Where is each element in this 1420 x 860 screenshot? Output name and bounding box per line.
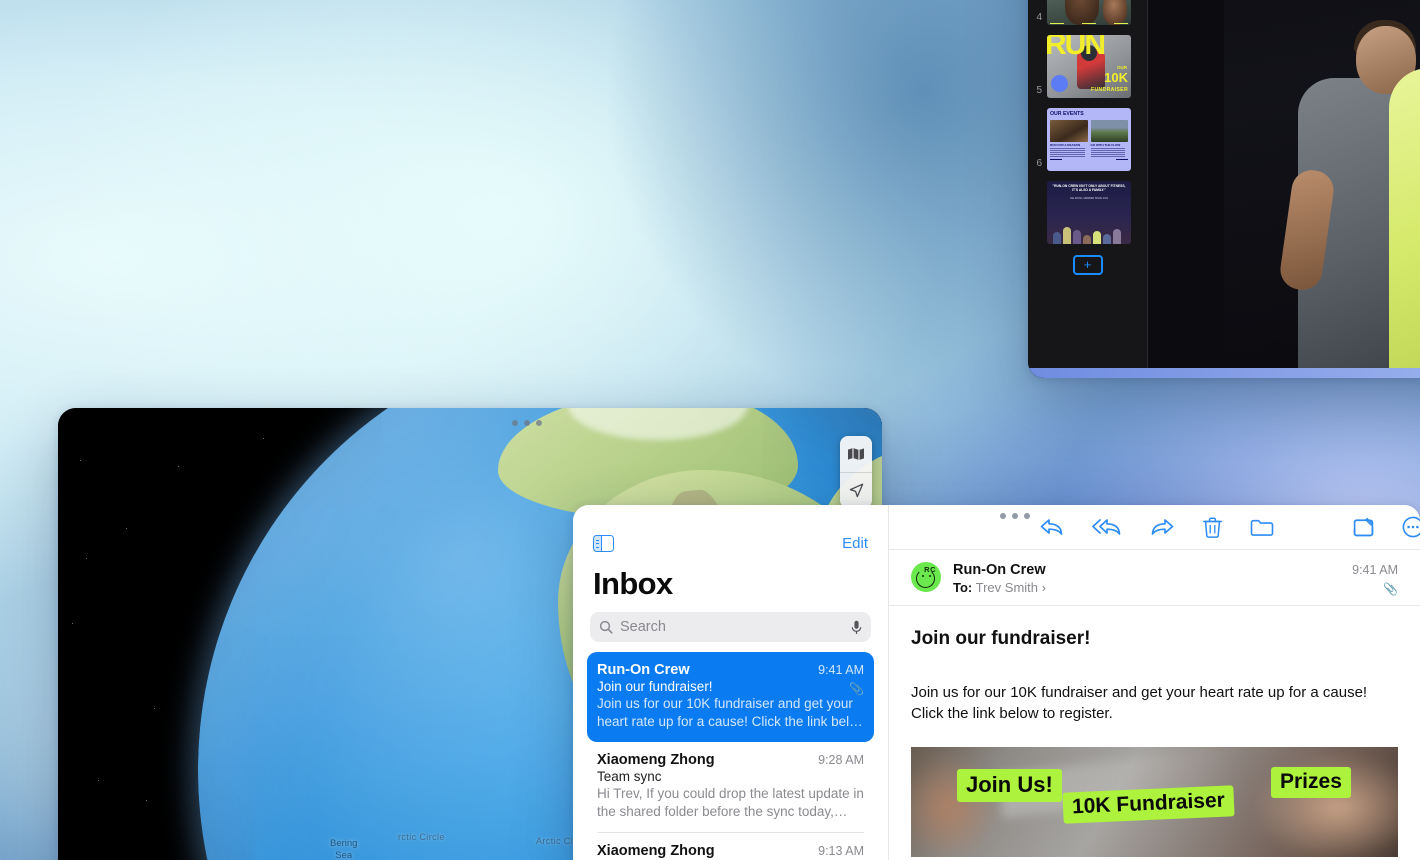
message-time: 9:41 AM xyxy=(818,663,864,677)
chevron-right-icon: › xyxy=(1041,580,1046,595)
slide4-portrait-2 xyxy=(1103,0,1127,25)
more-icon[interactable] xyxy=(1402,516,1420,538)
reply-all-icon[interactable] xyxy=(1092,517,1122,537)
mail-list-row[interactable]: Xiaomeng Zhong 9:28 AM Team sync Hi Trev… xyxy=(587,742,874,832)
map-controls[interactable] xyxy=(840,436,872,508)
keynote-bottom-edge xyxy=(1028,368,1420,378)
map-type-button[interactable] xyxy=(840,436,872,472)
folder-icon[interactable] xyxy=(1250,518,1274,537)
message-time: 9:28 AM xyxy=(818,752,864,767)
banner-tag-10k: 10K Fundraiser xyxy=(1062,784,1235,824)
forward-icon[interactable] xyxy=(1150,517,1175,537)
message-sender: Run-On Crew xyxy=(597,662,690,678)
mail-window[interactable]: Edit Inbox Search Run-On Crew 9:41 AM Jo… xyxy=(573,505,1420,860)
window-drag-handle[interactable] xyxy=(1000,513,1030,519)
edit-button[interactable]: Edit xyxy=(842,535,868,552)
slide4-portrait xyxy=(1065,0,1099,25)
slide-thumbnail-6[interactable]: OUR EVENTS RUN FOR A REASON GO WITH THE … xyxy=(1047,108,1131,171)
slide-thumbnail-4[interactable]: "RUN-ON CREW BROUGHT A WHOLE NEW LEVEL O… xyxy=(1047,0,1131,25)
mail-list-row-selected[interactable]: Run-On Crew 9:41 AM Join our fundraiser!… xyxy=(587,652,874,742)
slide-number: 6 xyxy=(1036,158,1042,169)
message-banner-image: Join Us! 10K Fundraiser Prizes xyxy=(911,746,1398,857)
banner-tag-join: Join Us! xyxy=(957,768,1062,802)
message-sender-name: Run-On Crew xyxy=(953,562,1046,578)
slide6-col2-caption: GO WITH THE FLOW xyxy=(1090,143,1121,147)
add-slide-button[interactable]: + xyxy=(1072,255,1103,275)
slide6-heading: OUR EVENTS xyxy=(1050,111,1084,117)
slide5-run-text: RUN xyxy=(1047,35,1106,61)
map-label-bering-sea: Bering Sea xyxy=(330,838,358,860)
message-preview: Hi Trev, If you could drop the latest up… xyxy=(597,785,864,819)
message-sender: Xiaomeng Zhong xyxy=(597,751,715,768)
reply-icon[interactable] xyxy=(1039,517,1064,537)
slide7-quote: "RUN-ON CREW ISN'T ONLY ABOUT FITNESS, I… xyxy=(1052,184,1126,193)
message-paragraph: Join us for our 10K fundraiser and get y… xyxy=(911,684,1368,723)
compose-icon[interactable] xyxy=(1353,517,1374,538)
slide-thumbnail-5[interactable]: RUN OUR 10K FUNDRAISER xyxy=(1047,35,1131,98)
message-time: 9:13 AM xyxy=(818,843,864,858)
slide-thumbnail-item[interactable]: 5 RUN OUR 10K FUNDRAISER xyxy=(1028,30,1147,103)
slide-number xyxy=(1032,242,1042,244)
avatar: RC xyxy=(911,562,941,592)
slide-thumbnail-item[interactable]: 4 "RUN-ON CREW BROUGHT A WHOLE NEW LEVEL… xyxy=(1028,0,1147,30)
current-slide: RUN STRONG xyxy=(1148,0,1420,378)
search-field[interactable]: Search xyxy=(590,612,871,642)
window-drag-handle[interactable] xyxy=(512,420,542,426)
mail-reading-pane[interactable]: RC Run-On Crew To: Trev Smith › 9:41 AM … xyxy=(888,505,1420,860)
slide-thumbnail-item[interactable]: 6 OUR EVENTS RUN FOR A REASON GO WITH TH… xyxy=(1028,103,1147,176)
message-subject: Join our fundraiser! xyxy=(597,679,713,694)
smiley-icon xyxy=(1051,75,1068,92)
message-sender: Xiaomeng Zhong xyxy=(597,842,715,859)
sidebar-toggle-icon[interactable] xyxy=(593,535,614,552)
slide-photo xyxy=(1224,0,1420,378)
message-preview: Join us for our 10K fundraiser and get y… xyxy=(597,696,863,729)
attachment-icon[interactable]: 📎 xyxy=(1383,582,1398,596)
locate-me-button[interactable] xyxy=(840,472,872,508)
slide7-crowd xyxy=(1047,222,1131,244)
slide6-col1-caption: RUN FOR A REASON xyxy=(1050,143,1081,147)
slide7-attribution: JAE MONG, MEMBER SINCE 2021 xyxy=(1069,197,1109,200)
slide5-fundraiser-text: FUNDRAISER xyxy=(1090,87,1128,93)
slide-canvas[interactable]: RUN STRONG xyxy=(1148,0,1420,378)
message-recipient[interactable]: To: Trev Smith › xyxy=(953,580,1046,595)
mail-message-list[interactable]: Edit Inbox Search Run-On Crew 9:41 AM Jo… xyxy=(573,505,888,860)
mail-toolbar[interactable] xyxy=(889,505,1420,549)
slide-navigator[interactable]: 3 COMMUNITY xyxy=(1028,0,1148,378)
slide-number: 5 xyxy=(1036,85,1042,96)
navigation-arrow-icon xyxy=(849,483,863,498)
keynote-window[interactable]: 3 COMMUNITY xyxy=(1028,0,1420,378)
message-header: RC Run-On Crew To: Trev Smith › 9:41 AM … xyxy=(889,549,1420,605)
to-name: Trev Smith xyxy=(975,580,1038,595)
message-timestamp: 9:41 AM xyxy=(1352,563,1398,577)
message-subject: Team sync xyxy=(597,768,662,784)
slide-number: 4 xyxy=(1036,12,1042,23)
message-title: Join our fundraiser! xyxy=(911,628,1091,649)
slide-thumbnail-7[interactable]: "RUN-ON CREW ISN'T ONLY ABOUT FITNESS, I… xyxy=(1047,181,1131,244)
mail-list-row[interactable]: Xiaomeng Zhong 9:13 AM Friday meeting xyxy=(587,833,874,860)
search-placeholder: Search xyxy=(620,619,666,635)
message-body: Join our fundraiser! Join us for our 10K… xyxy=(889,605,1420,857)
microphone-icon xyxy=(851,620,862,634)
banner-tag-prizes: Prizes xyxy=(1271,766,1351,798)
slide-thumbnail-item[interactable]: "RUN-ON CREW ISN'T ONLY ABOUT FITNESS, I… xyxy=(1028,176,1147,249)
attachment-icon: 📎 xyxy=(849,682,864,696)
slide5-10k-text: 10K xyxy=(1104,70,1128,85)
map-label-arctic-circle-left: rctic Circle xyxy=(398,832,445,842)
mailbox-title: Inbox xyxy=(593,566,673,601)
to-label: To: xyxy=(953,580,973,595)
search-icon xyxy=(599,620,613,634)
map-icon xyxy=(848,448,864,460)
runner-figure-2 xyxy=(1388,68,1420,378)
trash-icon[interactable] xyxy=(1203,516,1222,538)
